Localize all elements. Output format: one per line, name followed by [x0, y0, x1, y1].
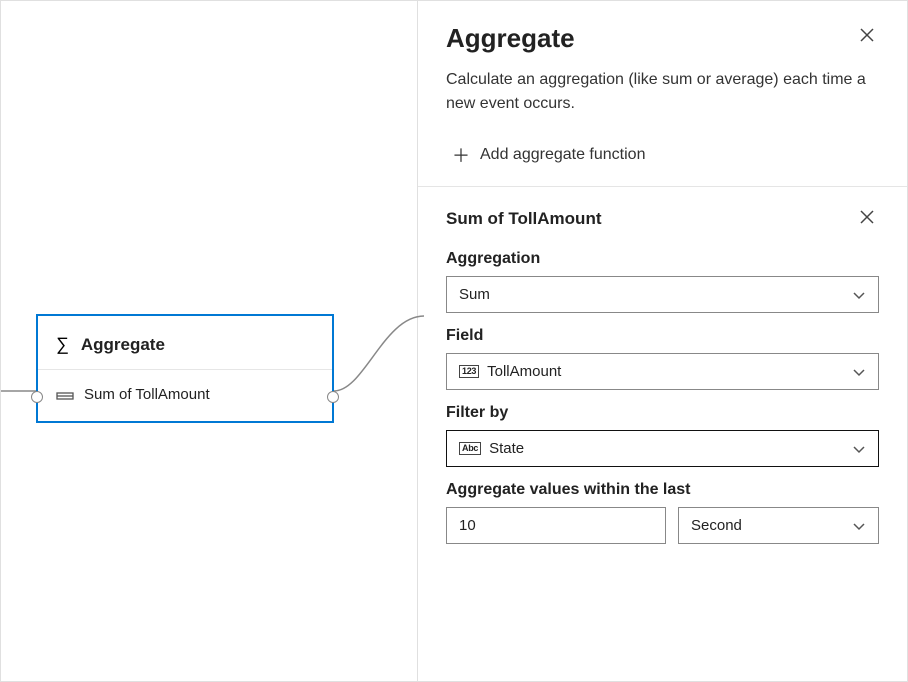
panel-title: Aggregate [446, 23, 575, 54]
close-icon [859, 209, 875, 225]
panel-description: Calculate an aggregation (like sum or av… [418, 62, 907, 128]
close-panel-button[interactable] [855, 23, 879, 50]
field-field: Field 123 TollAmount [418, 317, 907, 394]
panel-header: Aggregate [418, 1, 907, 62]
field-icon [56, 389, 74, 401]
filter-value: State [489, 440, 524, 457]
flow-canvas[interactable]: ∑ Aggregate Sum of TollAmount [1, 1, 418, 681]
time-value-input[interactable]: 10 [446, 507, 666, 544]
field-label: Field [446, 327, 879, 345]
node-title: Aggregate [81, 335, 165, 355]
add-function-label: Add aggregate function [480, 146, 645, 164]
plus-icon: ＋ [452, 142, 470, 168]
sigma-icon: ∑ [56, 334, 69, 355]
add-aggregate-function-button[interactable]: ＋ Add aggregate function [418, 128, 907, 187]
field-value: TollAmount [487, 363, 561, 380]
chevron-down-icon [852, 365, 866, 379]
text-type-icon: Abc [459, 442, 481, 455]
number-type-icon: 123 [459, 365, 479, 378]
field-select[interactable]: 123 TollAmount [446, 353, 879, 390]
node-header: ∑ Aggregate [38, 316, 332, 370]
time-window-label: Aggregate values within the last [446, 481, 879, 499]
filter-select[interactable]: Abc State [446, 430, 879, 467]
time-value: 10 [459, 517, 476, 534]
time-unit-value: Second [691, 517, 742, 534]
node-body: Sum of TollAmount [38, 370, 332, 421]
section-title: Sum of TollAmount [446, 209, 602, 229]
aggregation-select[interactable]: Sum [446, 276, 879, 313]
chevron-down-icon [852, 442, 866, 456]
chevron-down-icon [852, 288, 866, 302]
filter-label: Filter by [446, 404, 879, 422]
time-window-field: Aggregate values within the last 10 Seco… [418, 471, 907, 548]
node-input-connector[interactable] [31, 391, 43, 403]
section-header: Sum of TollAmount [418, 187, 907, 240]
node-subitem-label: Sum of TollAmount [84, 386, 210, 403]
properties-panel: Aggregate Calculate an aggregation (like… [418, 1, 907, 681]
remove-section-button[interactable] [855, 205, 879, 232]
time-unit-select[interactable]: Second [678, 507, 879, 544]
connector-wire-right [334, 311, 424, 401]
aggregate-node[interactable]: ∑ Aggregate Sum of TollAmount [36, 314, 334, 423]
chevron-down-icon [852, 519, 866, 533]
filter-field: Filter by Abc State [418, 394, 907, 471]
aggregation-field: Aggregation Sum [418, 240, 907, 317]
aggregation-value: Sum [459, 286, 490, 303]
node-output-connector[interactable] [327, 391, 339, 403]
close-icon [859, 27, 875, 43]
aggregation-label: Aggregation [446, 250, 879, 268]
